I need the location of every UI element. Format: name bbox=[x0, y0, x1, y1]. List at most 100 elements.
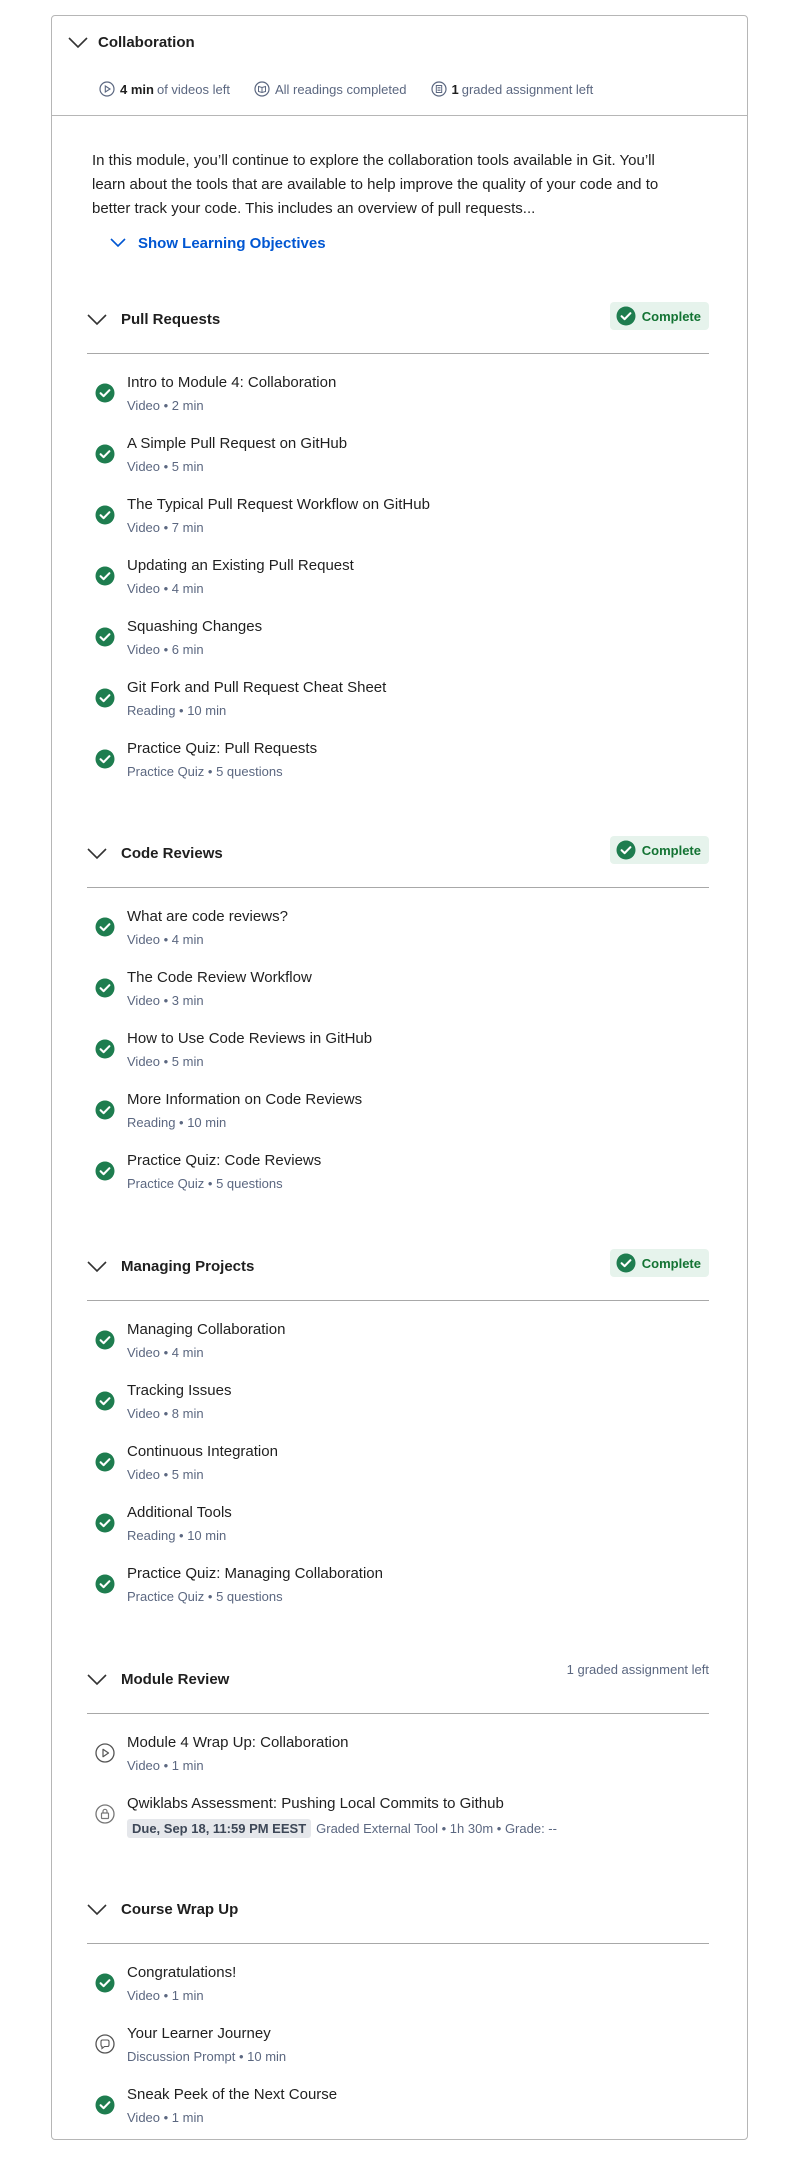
item-meta-text: Video • 1 min bbox=[127, 1758, 204, 1773]
list-item[interactable]: Managing Collaboration Video • 4 min bbox=[87, 1318, 709, 1374]
item-title: Practice Quiz: Code Reviews bbox=[127, 1152, 322, 1169]
play-circle-icon bbox=[99, 81, 115, 97]
list-item[interactable]: How to Use Code Reviews in GitHub Video •… bbox=[87, 1027, 709, 1083]
check-circle-icon bbox=[95, 1452, 115, 1472]
chevron-down-icon bbox=[87, 1673, 107, 1686]
complete-badge-label: Complete bbox=[641, 308, 701, 324]
item-meta-text: Reading • 10 min bbox=[127, 1528, 227, 1543]
list-item[interactable]: Sneak Peek of the Next Course Video • 1 m… bbox=[87, 2083, 709, 2139]
check-circle-icon bbox=[95, 749, 115, 769]
list-item[interactable]: Tracking Issues Video • 8 min bbox=[87, 1379, 709, 1435]
item-meta-text: Video • 3 min bbox=[127, 993, 204, 1008]
list-item[interactable]: The Typical Pull Request Workflow on Git… bbox=[87, 493, 709, 549]
list-item[interactable]: Git Fork and Pull Request Cheat Sheet Rea… bbox=[87, 676, 709, 732]
complete-badge-label: Complete bbox=[641, 842, 701, 858]
check-circle-icon bbox=[95, 1973, 115, 1993]
list-item[interactable]: More Information on Code Reviews Reading … bbox=[87, 1088, 709, 1144]
complete-badge: Complete bbox=[609, 836, 709, 864]
lesson-title: Code Reviews bbox=[121, 845, 223, 862]
item-title: Squashing Changes bbox=[127, 618, 263, 635]
book-circle-icon bbox=[254, 81, 270, 97]
list-item[interactable]: Practice Quiz: Pull Requests Practice Qui… bbox=[87, 737, 709, 793]
item-meta: Practice Quiz • 5 questions bbox=[127, 1176, 283, 1191]
lesson-toggle[interactable]: Managing Projects bbox=[87, 1258, 254, 1275]
item-meta-text: Video • 4 min bbox=[127, 932, 204, 947]
lesson-section: Managing Projects Complete Managing Collab… bbox=[87, 1249, 709, 1604]
check-circle-icon bbox=[95, 1574, 115, 1594]
item-title: Practice Quiz: Managing Collaboration bbox=[127, 1565, 383, 1582]
check-circle-icon bbox=[616, 840, 636, 860]
lesson-title: Managing Projects bbox=[121, 1258, 255, 1275]
check-circle-icon bbox=[95, 917, 115, 937]
item-meta-text: Practice Quiz • 5 questions bbox=[127, 764, 283, 779]
list-item[interactable]: Squashing Changes Video • 6 min bbox=[87, 615, 709, 671]
item-meta-text: Video • 8 min bbox=[127, 1406, 204, 1421]
lesson-toggle[interactable]: Module Review bbox=[87, 1671, 229, 1688]
lesson-section: Pull Requests Complete Intro to Module 4: … bbox=[87, 302, 709, 779]
lesson-header: Code Reviews Complete bbox=[87, 836, 709, 888]
list-item[interactable]: Additional Tools Reading • 10 min bbox=[87, 1501, 709, 1557]
check-circle-icon bbox=[95, 688, 115, 708]
item-meta: Practice Quiz • 5 questions bbox=[127, 764, 283, 779]
lesson-title: Module Review bbox=[121, 1671, 230, 1688]
lesson-toggle[interactable]: Course Wrap Up bbox=[87, 1901, 238, 1918]
list-item[interactable]: Intro to Module 4: Collaboration Video • … bbox=[87, 371, 709, 427]
item-title: Managing Collaboration bbox=[127, 1321, 286, 1338]
videos-left: 4 min of videos left bbox=[99, 81, 230, 97]
chevron-down-icon bbox=[87, 1903, 107, 1916]
list-item[interactable]: Qwiklabs Assessment: Pushing Local Commi… bbox=[87, 1792, 709, 1848]
list-item[interactable]: Your Learner Journey Discussion Prompt • … bbox=[87, 2022, 709, 2078]
item-meta: Video • 5 min bbox=[127, 459, 204, 474]
item-meta: Video • 3 min bbox=[127, 993, 204, 1008]
item-meta-text: Graded External Tool • 1h 30m • Grade: -… bbox=[316, 1821, 557, 1836]
show-learning-objectives-button[interactable]: Show Learning Objectives bbox=[110, 235, 326, 252]
chevron-down-icon bbox=[87, 1260, 107, 1273]
videos-left-value: 4 min bbox=[120, 81, 154, 97]
item-meta: Video • 4 min bbox=[127, 581, 204, 596]
list-item[interactable]: What are code reviews? Video • 4 min bbox=[87, 905, 709, 961]
item-title: Intro to Module 4: Collaboration bbox=[127, 374, 337, 391]
list-item[interactable]: Continuous Integration Video • 5 min bbox=[87, 1440, 709, 1496]
list-item[interactable]: Practice Quiz: Managing Collaboration Pra… bbox=[87, 1562, 709, 1618]
item-title: Additional Tools bbox=[127, 1504, 232, 1521]
item-meta: Video • 1 min bbox=[127, 1758, 204, 1773]
check-circle-icon bbox=[95, 2095, 115, 2115]
item-title: The Code Review Workflow bbox=[127, 969, 312, 986]
lock-circle-icon bbox=[95, 1804, 115, 1824]
item-meta-text: Reading • 10 min bbox=[127, 703, 227, 718]
list-item[interactable]: Module 4 Wrap Up: Collaboration Video • 1… bbox=[87, 1731, 709, 1787]
check-circle-icon bbox=[95, 1391, 115, 1411]
item-meta-text: Video • 2 min bbox=[127, 398, 204, 413]
item-title: Updating an Existing Pull Request bbox=[127, 557, 354, 574]
lesson-toggle[interactable]: Pull Requests bbox=[87, 311, 220, 328]
item-meta-text: Practice Quiz • 5 questions bbox=[127, 1176, 283, 1191]
item-title: Congratulations! bbox=[127, 1964, 237, 1981]
list-item[interactable]: The Code Review Workflow Video • 3 min bbox=[87, 966, 709, 1022]
item-meta-text: Video • 1 min bbox=[127, 1988, 204, 2003]
module-toggle[interactable]: Collaboration bbox=[68, 34, 195, 51]
list-item[interactable]: Congratulations! Video • 1 min bbox=[87, 1961, 709, 2017]
item-meta: Video • 5 min bbox=[127, 1467, 204, 1482]
chevron-down-icon bbox=[68, 36, 88, 49]
list-item[interactable]: A Simple Pull Request on GitHub Video • 5… bbox=[87, 432, 709, 488]
check-circle-icon bbox=[95, 1513, 115, 1533]
item-title: Module 4 Wrap Up: Collaboration bbox=[127, 1734, 349, 1751]
list-item[interactable]: Practice Quiz: Code Reviews Practice Quiz… bbox=[87, 1149, 709, 1205]
show-learning-objectives-label: Show Learning Objectives bbox=[138, 235, 326, 252]
item-meta-text: Video • 4 min bbox=[127, 1345, 204, 1360]
lesson-toggle[interactable]: Code Reviews bbox=[87, 845, 223, 862]
lesson-section: Course Wrap Up Congratulations! Video • 1 … bbox=[87, 1892, 709, 2125]
assignment-circle-icon bbox=[430, 81, 447, 97]
readings-status: All readings completed bbox=[254, 81, 407, 97]
list-item[interactable]: Updating an Existing Pull Request Video •… bbox=[87, 554, 709, 610]
item-meta: Video • 4 min bbox=[127, 1345, 204, 1360]
item-meta: Reading • 10 min bbox=[127, 703, 226, 718]
item-title: Tracking Issues bbox=[127, 1382, 232, 1399]
module-header: Collaboration 4 min of videos left All r… bbox=[52, 16, 747, 116]
check-circle-icon bbox=[95, 566, 115, 586]
item-meta: Video • 1 min bbox=[127, 1988, 204, 2003]
due-date-badge: Due, Sep 18, 11:59 PM EEST bbox=[127, 1819, 312, 1838]
item-meta-text: Video • 5 min bbox=[127, 1467, 204, 1482]
item-meta-text: Video • 5 min bbox=[127, 1054, 204, 1069]
chat-circle-icon bbox=[95, 2034, 115, 2054]
